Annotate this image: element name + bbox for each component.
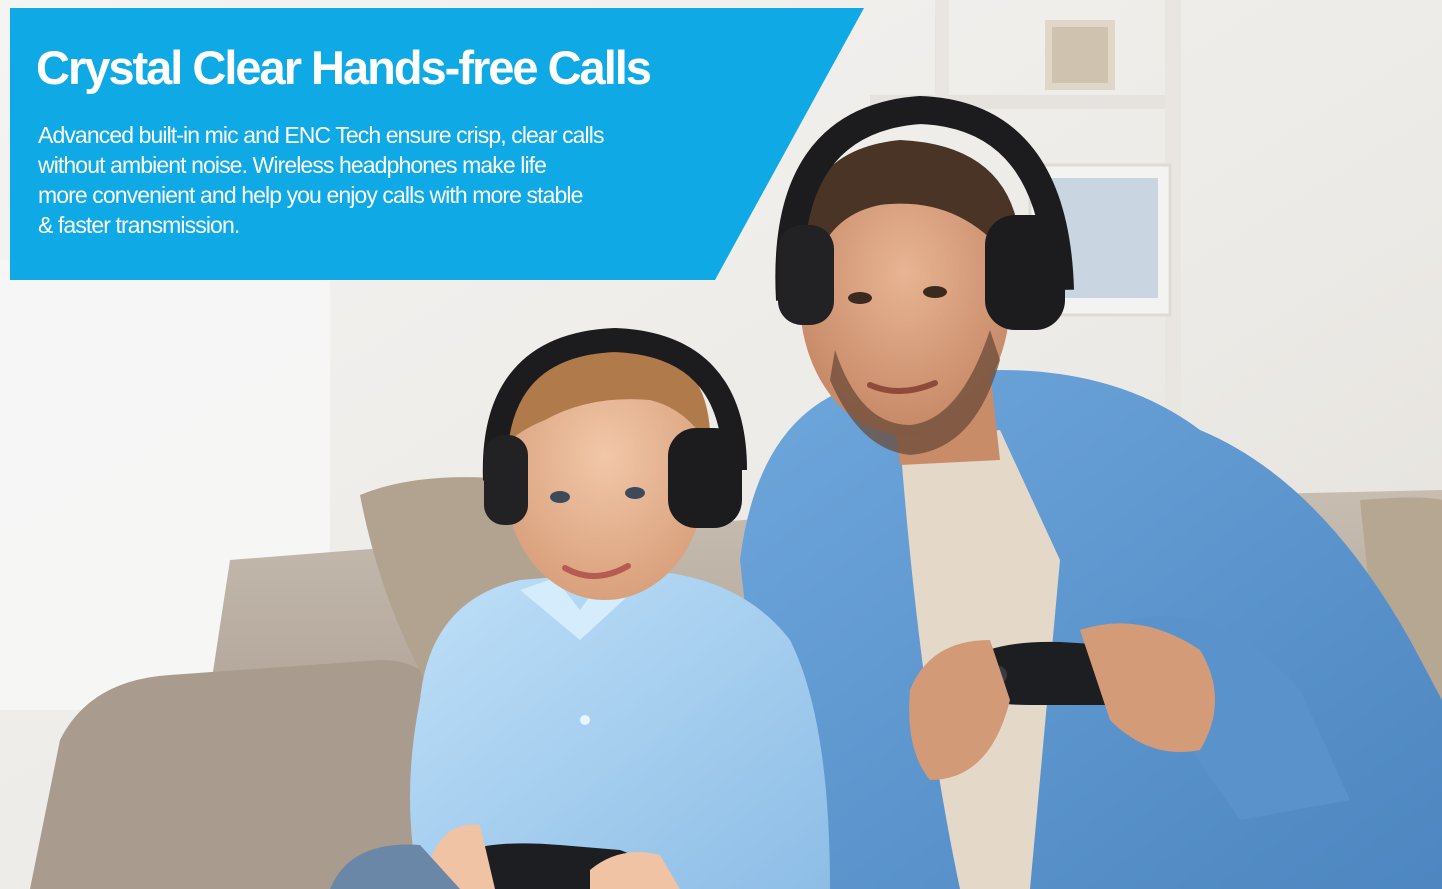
product-banner-image: Crystal Clear Hands-free Calls Advanced … bbox=[0, 0, 1442, 889]
banner-description-line: more convenient and help you enjoy calls… bbox=[38, 182, 583, 208]
banner: Crystal Clear Hands-free Calls Advanced … bbox=[0, 0, 1442, 889]
banner-description-line: without ambient noise. Wireless headphon… bbox=[38, 152, 547, 178]
banner-description: Advanced built-in mic and ENC Tech ensur… bbox=[38, 120, 758, 240]
banner-title: Crystal Clear Hands-free Calls bbox=[36, 41, 652, 94]
banner-description-line: & faster transmission. bbox=[38, 212, 240, 238]
banner-description-line: Advanced built-in mic and ENC Tech ensur… bbox=[38, 122, 604, 148]
